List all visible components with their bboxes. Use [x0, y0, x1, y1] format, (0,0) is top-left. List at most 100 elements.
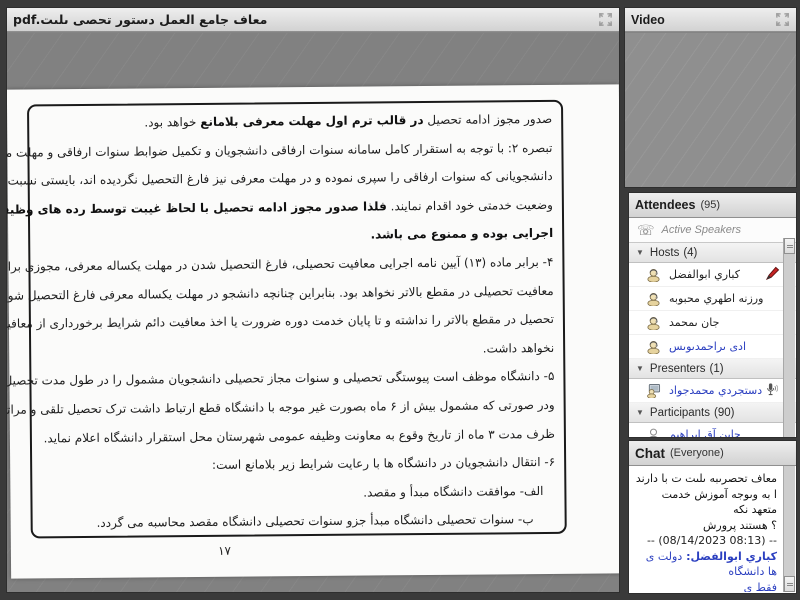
drawing-pencil-icon — [765, 266, 780, 281]
document-text-segment: وضعیت خدمتی خود اقدام نمایند. — [387, 198, 553, 213]
document-share-pod: pdf.معاف جامع العمل دستور تحصى ىلىت صدور… — [6, 7, 620, 593]
chat-timestamp: -- (08/14/2023 08:13) -- — [634, 533, 777, 549]
collapse-triangle-icon: ▼ — [636, 248, 644, 257]
attendee-name: جان ىمحمد — [669, 316, 719, 329]
fullscreen-icon[interactable] — [775, 12, 790, 27]
document-text-segment: ۶- انتقال دانشجویان در دانشگاه ها با رعا… — [212, 455, 555, 472]
attendee-row[interactable]: كباري ابوالفضل — [629, 263, 796, 287]
chat-sender-name: كباري ابوالفضل: — [682, 550, 777, 563]
document-text-segment: خواهد بود. — [144, 115, 200, 129]
document-text-segment: دانشجویانی که سنوات ارفاقی را سپری نموده… — [7, 169, 553, 188]
chat-message-area: معاف تحصرىبه ىلىت ت با دارندا به وىوجه آ… — [630, 466, 783, 592]
document-text-line: معافیت تحصیلی در مقطع بالاتر نخواهد بود.… — [37, 276, 554, 309]
document-text-segment: تبصره ۲: با توجه به استقرار کامل سامانه … — [7, 141, 552, 161]
document-text-line: ب- سنوات تحصیلی دانشگاه مبدأ جزو سنوات ت… — [39, 505, 556, 538]
chat-message-line: ا به وىوجه آموزش خدمت متعهد نكه — [634, 487, 777, 518]
active-speakers-row[interactable]: ☏ Active Speakers — [629, 218, 796, 243]
page-number: ۱۷ — [194, 544, 254, 559]
attendees-list: ☏ Active Speakers ▼ Hosts (4) كباري ابوالفض… — [629, 218, 796, 437]
document-text-line: نخواهد داشت. — [37, 334, 554, 367]
group-count: (1) — [710, 363, 724, 375]
attendee-name: جاين آق ابراهيم — [669, 428, 741, 437]
document-text-segment: ۵- دانشگاه موظف است پیوستگی تحصیلی و سنو… — [7, 369, 554, 388]
group-header-presenters[interactable]: ▼ Presenters (1) — [629, 359, 796, 379]
chat-scrollbar[interactable] — [783, 466, 795, 592]
presenter-avatar-icon — [646, 383, 661, 398]
document-text-line: ودر صورتی که مشمول بیش از ۶ ماه بصورت غی… — [38, 391, 555, 424]
attendee-name: ادى ىراحمدىوىس — [669, 340, 746, 353]
attendee-row[interactable]: دستجردي محمدجواد — [629, 379, 796, 403]
document-text-segment: تحصیل در مقطع بالاتر را نداشته و تا پایا… — [7, 312, 554, 331]
phone-icon: ☏ — [637, 223, 655, 237]
chat-pod-titlebar[interactable]: Chat (Everyone) — [629, 441, 796, 466]
host-avatar-icon — [646, 267, 661, 282]
document-text-segment: فلذا صدور مجوز ادامه تحصیل با لحاظ غیبت … — [7, 199, 387, 218]
group-label: Presenters — [650, 363, 706, 375]
document-text-line: اجرایی بوده و ممنوع می باشد. — [36, 219, 553, 252]
group-header-participants[interactable]: ▼ Participants (90) — [629, 403, 796, 423]
document-text-line: دانشجویانی که سنوات ارفاقی را سپری نموده… — [36, 162, 553, 195]
video-pod-titlebar[interactable]: Video — [625, 8, 796, 32]
group-label: Hosts — [650, 247, 679, 259]
document-text-segment: صدور مجوز ادامه تحصیل — [424, 112, 553, 127]
chat-message-line: فقط ى — [634, 580, 777, 593]
video-pod: Video — [624, 7, 797, 188]
host-avatar-icon — [646, 291, 661, 306]
chat-scope: (Everyone) — [670, 447, 724, 459]
document-text-line: تبصره ۲: با توجه به استقرار کامل سامانه … — [35, 134, 552, 167]
document-text-line: الف- موافقت دانشگاه مبدأ و مقصد. — [38, 477, 555, 510]
chat-pod: Chat (Everyone) معاف تحصرىبه ىلىت ت با د… — [628, 440, 797, 594]
chat-message-line: ؟ هستند پرورش — [634, 518, 777, 534]
document-viewport[interactable]: صدور مجوز ادامه تحصیل در قالب ترم اول مه… — [7, 33, 619, 592]
collapse-triangle-icon: ▼ — [636, 364, 644, 373]
group-count: (90) — [714, 407, 734, 419]
attendee-name: دستجردي محمدجواد — [669, 384, 762, 397]
group-label: Participants — [650, 407, 710, 419]
document-text-line: ظرف مدت ۳ ماه از تاریخ وقوع به معاونت وظ… — [38, 419, 555, 452]
scrollbar-grip-icon — [787, 583, 793, 586]
chat-message-line: كباري ابوالفضل: دولت ی ها دانشگاه — [634, 549, 777, 580]
document-text-segment: ظرف مدت ۳ ماه از تاریخ وقوع به معاونت وظ… — [43, 426, 554, 444]
chat-title: Chat — [635, 446, 665, 461]
attendee-name: كباري ابوالفضل — [669, 268, 740, 281]
document-text-segment: اجرایی بوده و ممنوع می باشد. — [371, 226, 554, 242]
document-text-segment: ب- سنوات تحصیلی دانشگاه مبدأ جزو سنوات ت… — [96, 512, 533, 530]
attendees-pod-titlebar[interactable]: Attendees (95) — [629, 193, 796, 218]
attendee-row[interactable]: ادى ىراحمدىوىس — [629, 335, 796, 359]
microphone-icon — [765, 382, 780, 397]
host-avatar-icon — [646, 339, 661, 354]
document-text-line: ۶- انتقال دانشجویان در دانشگاه ها با رعا… — [38, 448, 555, 481]
document-text-line: ۴- برابر ماده (۱۳) آیین نامه اجرایی معاف… — [36, 248, 553, 281]
scrollbar-thumb[interactable] — [784, 576, 795, 592]
document-text-line: صدور مجوز ادامه تحصیل در قالب ترم اول مه… — [35, 105, 552, 138]
host-avatar-icon — [646, 315, 661, 330]
group-header-hosts[interactable]: ▼ Hosts (4) — [629, 243, 796, 263]
attendee-name: ورزنه اطهري محبوبه — [669, 292, 763, 305]
document-text-segment: در قالب ترم اول مهلت معرفی بلامانع — [200, 113, 423, 129]
attendee-row[interactable]: جان ىمحمد — [629, 311, 796, 335]
document-text-line: ۵- دانشگاه موظف است پیوستگی تحصیلی و سنو… — [37, 362, 554, 395]
fullscreen-icon[interactable] — [598, 12, 613, 27]
document-text-line: تحصیل در مقطع بالاتر را نداشته و تا پایا… — [37, 305, 554, 338]
scrollbar-grip-icon — [787, 245, 793, 248]
video-empty-area — [625, 33, 796, 187]
document-text-segment: ودر صورتی که مشمول بیش از ۶ ماه بصورت غی… — [7, 398, 555, 417]
document-text-line: وضعیت خدمتی خود اقدام نمایند. فلذا صدور … — [36, 191, 553, 224]
group-count: (4) — [683, 247, 697, 259]
video-pod-title: Video — [631, 13, 665, 27]
document-text-segment: الف- موافقت دانشگاه مبدأ و مقصد. — [363, 484, 543, 500]
page-border-frame: صدور مجوز ادامه تحصیل در قالب ترم اول مه… — [27, 100, 567, 539]
participant-avatar-icon — [646, 427, 661, 437]
document-text-segment: ۴- برابر ماده (۱۳) آیین نامه اجرایی معاف… — [7, 255, 553, 274]
collapse-triangle-icon: ▼ — [636, 408, 644, 417]
chat-message-line: معاف تحصرىبه ىلىت ت با دارند — [634, 471, 777, 487]
scrollbar-thumb[interactable] — [784, 238, 795, 254]
scanned-page: صدور مجوز ادامه تحصیل در قالب ترم اول مه… — [7, 84, 619, 578]
attendee-row[interactable]: جاين آق ابراهيم — [629, 423, 796, 437]
attendees-scrollbar[interactable] — [783, 238, 795, 437]
document-title: pdf.معاف جامع العمل دستور تحصى ىلىت — [13, 12, 267, 27]
attendees-title: Attendees — [635, 198, 695, 212]
attendee-row[interactable]: ورزنه اطهري محبوبه — [629, 287, 796, 311]
document-pod-titlebar[interactable]: pdf.معاف جامع العمل دستور تحصى ىلىت — [7, 8, 619, 32]
attendees-count: (95) — [700, 199, 720, 211]
